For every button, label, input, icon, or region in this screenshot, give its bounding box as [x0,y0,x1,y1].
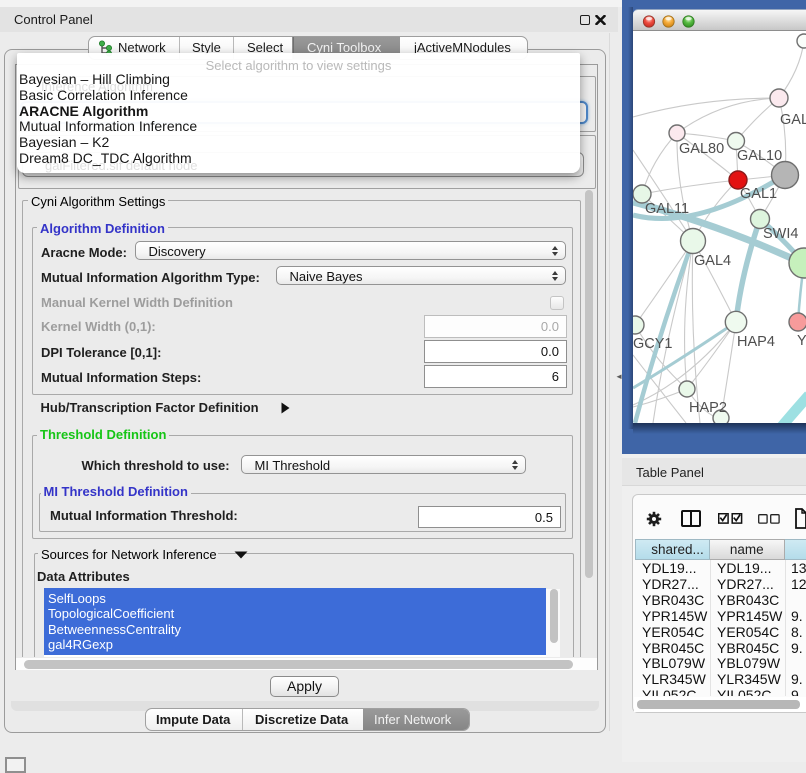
svg-text:HAP4: HAP4 [737,334,775,350]
svg-text:GAL11: GAL11 [645,201,689,217]
svg-text:Y: Y [797,333,806,349]
svg-text:GAL: GAL [780,112,806,128]
svg-text:HAP2: HAP2 [689,400,727,416]
svg-text:GCY1: GCY1 [633,336,673,352]
svg-text:GAL80: GAL80 [679,141,724,157]
svg-text:GAL4: GAL4 [694,253,731,269]
svg-text:GAL10: GAL10 [737,148,782,164]
svg-text:SWI4: SWI4 [763,226,798,242]
svg-text:GAL1: GAL1 [740,186,777,202]
